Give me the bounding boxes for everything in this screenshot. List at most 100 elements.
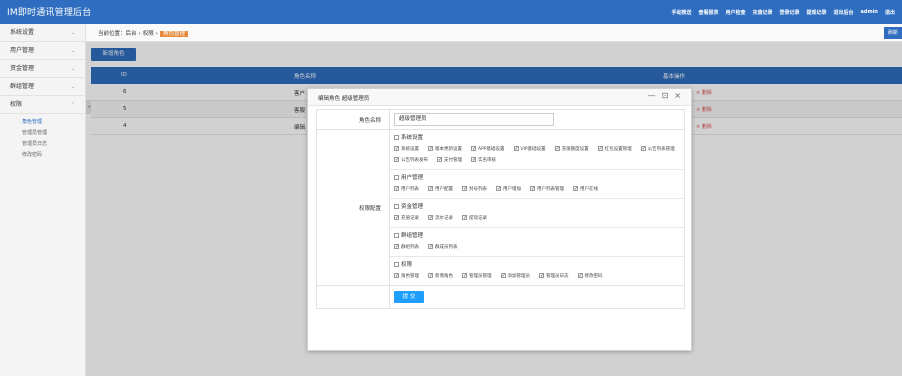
top-nav-exit-admin[interactable]: 退出后台 (834, 9, 854, 16)
perm-checkbox[interactable]: 封号列表 (462, 184, 487, 195)
sidebar-item-admin-log[interactable]: 管理员日志 (0, 139, 85, 150)
checkbox-checked-icon (500, 271, 506, 282)
perm-checkbox[interactable]: 红包设置管理 (597, 144, 632, 155)
checkbox-checked-icon (471, 155, 476, 166)
sidebar: 系统设置 ⌄ 用户管理 ⌄ 资金管理 ⌄ 群组管理 ⌄ 权限 ⌃ 角色管理 管理员管理 管… (0, 24, 86, 376)
maximize-icon[interactable]: ⊡ (662, 91, 669, 100)
breadcrumb-section[interactable]: 权限 (143, 31, 154, 37)
perm-checkbox[interactable]: 管理员管理 (462, 271, 492, 282)
perm-checkbox[interactable]: 新增角色 (428, 271, 453, 282)
checkbox-checked-icon (471, 144, 476, 155)
app-title: IM即时通讯管理后台 (7, 8, 92, 18)
perm-group-groups: 群组管理 群组列表 群成员列表 (390, 228, 684, 257)
breadcrumb-home[interactable]: 当前位置：后台 (98, 31, 137, 37)
top-nav-withdraw[interactable]: 提现记录 (807, 9, 827, 16)
form-row-submit: 提 交 (317, 286, 684, 308)
checkbox-checked-icon (428, 242, 433, 253)
top-nav-logout[interactable]: 退出 (885, 9, 895, 16)
perm-label: 封号列表 (469, 187, 487, 192)
perm-checkbox[interactable]: 充值额度设置 (554, 144, 589, 155)
chevron-down-icon: ⌄ (70, 30, 75, 36)
checkbox-checked-icon (428, 144, 433, 155)
perm-label: 提现记录 (469, 216, 487, 221)
perm-checkbox[interactable]: 系统设置 (394, 144, 419, 155)
checkbox-icon (394, 175, 399, 180)
perm-checkbox[interactable]: 用户配置 (428, 184, 453, 195)
sidebar-item-roles[interactable]: 角色管理 (0, 117, 85, 128)
perm-checkbox[interactable]: 用户列表 (394, 184, 419, 195)
perm-checkbox[interactable]: 流水记录 (428, 213, 453, 224)
perm-checkbox[interactable]: VIP基础设置 (513, 144, 546, 155)
top-nav-login-log[interactable]: 登录记录 (780, 9, 800, 16)
perm-children: 系统设置 版本更新设置 APP基础设置 VIP基础设置 充值额度设置 红包设置管… (394, 144, 684, 166)
form-value: 提 交 (390, 286, 684, 308)
top-nav-user-check[interactable]: 用户检查 (725, 9, 745, 16)
perm-checkbox[interactable]: 实名审核 (471, 155, 496, 166)
perm-parent-checkbox[interactable]: 权限 (394, 259, 684, 271)
checkbox-checked-icon (539, 271, 544, 282)
submit-button[interactable]: 提 交 (394, 291, 424, 303)
perm-checkbox[interactable]: 公告列表发布 (394, 155, 428, 166)
perm-children: 用户列表 用户配置 封号列表 用户增加 用户列表管理 用户在线 (394, 184, 684, 195)
form-row-permissions: 权限配置 系统设置 系统设置 版本更新设置 APP基础设置 VIP基础设置 充值… (317, 130, 684, 286)
perm-parent-checkbox[interactable]: 群组管理 (394, 230, 684, 242)
sidebar-group-users[interactable]: 用户管理 ⌄ (0, 42, 85, 60)
perm-checkbox[interactable]: 修改密码 (577, 271, 603, 282)
top-nav-push[interactable]: 手动推送 (671, 9, 691, 16)
checkbox-checked-icon (394, 271, 399, 282)
permissions-label: 权限配置 (317, 130, 390, 285)
perm-checkbox[interactable]: 提现记录 (462, 213, 487, 224)
perm-label: 用户增加 (503, 187, 521, 192)
sidebar-group-groups[interactable]: 群组管理 ⌄ (0, 78, 85, 96)
checkbox-checked-icon (428, 271, 433, 282)
form-row-name: 角色名称 超级管理员 (317, 110, 684, 130)
perm-checkbox[interactable]: 支付管理 (437, 155, 462, 166)
form-label-empty (317, 286, 390, 308)
perm-checkbox[interactable]: 群组列表 (394, 242, 419, 253)
perm-checkbox[interactable]: 角色管理 (394, 271, 419, 282)
top-nav-report[interactable]: 查看报表 (698, 9, 718, 16)
perm-label: 管理员管理 (469, 274, 492, 279)
perm-checkbox[interactable]: 添加管理员 (500, 271, 531, 282)
sidebar-item-change-password[interactable]: 修改密码 (0, 150, 85, 161)
checkbox-checked-icon (530, 184, 535, 195)
perm-checkbox[interactable]: 版本更新设置 (428, 144, 462, 155)
perm-children: 充值记录 流水记录 提现记录 (394, 213, 684, 224)
perm-parent-checkbox[interactable]: 用户管理 (394, 172, 684, 184)
dialog-controls: — ⊡ × (648, 91, 681, 100)
top-nav-recharge[interactable]: 充值记录 (752, 9, 772, 16)
perm-checkbox[interactable]: 用户列表管理 (530, 184, 564, 195)
perm-group-users: 用户管理 用户列表 用户配置 封号列表 用户增加 用户列表管理 用户在线 (390, 170, 684, 199)
perm-parent-checkbox[interactable]: 资金管理 (394, 201, 684, 213)
sidebar-group-permissions[interactable]: 权限 ⌃ (0, 96, 85, 114)
checkbox-checked-icon (394, 213, 399, 224)
perm-checkbox[interactable]: 用户在线 (573, 184, 598, 195)
minimize-icon[interactable]: — (648, 91, 656, 100)
form-value: 超级管理员 (390, 110, 684, 129)
perm-checkbox[interactable]: APP基础设置 (471, 144, 505, 155)
perm-checkbox[interactable]: 公告列表管理 (640, 144, 675, 155)
checkbox-checked-icon (554, 144, 560, 155)
perm-parent-checkbox[interactable]: 系统设置 (394, 132, 684, 144)
sidebar-group-label: 用户管理 (10, 47, 35, 54)
perm-checkbox[interactable]: 用户增加 (496, 184, 521, 195)
perm-label: 添加管理员 (507, 274, 531, 279)
perm-label: 角色管理 (401, 274, 419, 279)
refresh-button[interactable]: 刷新 (884, 27, 902, 39)
close-icon[interactable]: × (674, 91, 681, 100)
perm-label: 公告列表管理 (647, 147, 675, 152)
top-nav-username[interactable]: admin (861, 9, 878, 15)
sidebar-group-system[interactable]: 系统设置 ⌄ (0, 24, 85, 42)
permissions-list: 系统设置 系统设置 版本更新设置 APP基础设置 VIP基础设置 充值额度设置 … (390, 130, 684, 285)
dialog-header[interactable]: 编辑角色 超级管理员 — ⊡ × (308, 89, 691, 106)
sidebar-item-admins[interactable]: 管理员管理 (0, 128, 85, 139)
perm-checkbox[interactable]: 群成员列表 (428, 242, 458, 253)
checkbox-checked-icon (573, 184, 578, 195)
perm-parent-label: 资金管理 (401, 204, 424, 210)
perm-checkbox[interactable]: 充值记录 (394, 213, 419, 224)
sidebar-group-funds[interactable]: 资金管理 ⌄ (0, 60, 85, 78)
perm-checkbox[interactable]: 管理员日志 (539, 271, 569, 282)
breadcrumb-current: 角色管理 (159, 31, 188, 37)
checkbox-icon (394, 204, 399, 209)
role-name-input[interactable]: 超级管理员 (394, 113, 554, 126)
